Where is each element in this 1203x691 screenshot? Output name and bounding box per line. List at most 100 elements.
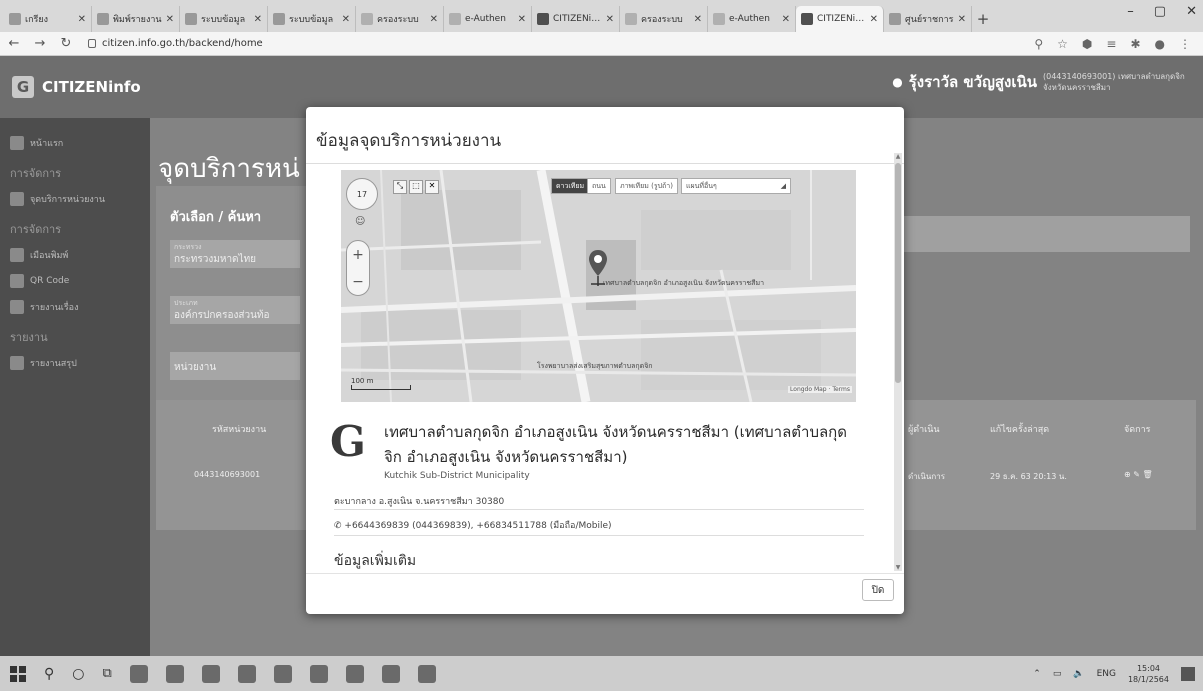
line-icon[interactable]: [417, 664, 436, 683]
kebab-menu-icon[interactable]: ⋮: [1179, 37, 1191, 51]
close-icon[interactable]: ✕: [694, 14, 702, 25]
map-pan-control[interactable]: 17: [346, 178, 378, 210]
close-icon[interactable]: ✕: [606, 14, 614, 25]
clock[interactable]: 15:04 18/1/2564: [1128, 663, 1169, 685]
browser-tab[interactable]: CITIZENinfo ✕: [532, 6, 620, 32]
sidebar-item-label: รายงานเรื่อง: [30, 303, 79, 313]
browser-tab[interactable]: เกรียง ✕: [4, 6, 92, 32]
zoom-in-button[interactable]: +: [347, 241, 369, 269]
app-icon[interactable]: [273, 664, 292, 683]
close-window-icon[interactable]: ✕: [1186, 4, 1197, 19]
location-icon[interactable]: ⚲: [1034, 37, 1043, 51]
browser-tab[interactable]: ระบบข้อมูล ✕: [180, 6, 268, 32]
more-info-heading: ข้อมูลเพิ่มเติม: [334, 553, 417, 569]
file-explorer-icon[interactable]: [165, 664, 184, 683]
close-icon[interactable]: ✕: [518, 14, 526, 25]
scroll-down-icon[interactable]: ▼: [894, 564, 902, 571]
forward-icon[interactable]: →: [32, 36, 48, 51]
browser-tab[interactable]: ระบบข้อมูล ✕: [268, 6, 356, 32]
map-type-road[interactable]: ถนน: [587, 178, 611, 194]
select-icon[interactable]: ⬚: [409, 180, 423, 194]
zoom-out-button[interactable]: −: [347, 269, 369, 295]
map-type-hybrid[interactable]: ภาพเทียม (รูปถ้า): [615, 178, 678, 194]
app-icon[interactable]: [345, 664, 364, 683]
volume-icon[interactable]: 🔈: [1073, 669, 1084, 679]
sidebar-item-summary[interactable]: รายงานสรุป: [0, 350, 150, 376]
page-favicon-icon: [889, 13, 901, 25]
app-name: CITIZENinfo: [42, 78, 141, 96]
maximize-icon[interactable]: ▢: [1154, 4, 1166, 19]
map-view[interactable]: 17 ⤡ ⬚ ✕ ☺ + − ดาวเทียม ถนน ภาพเทียม (รู…: [341, 170, 856, 402]
star-icon[interactable]: ☆: [1057, 37, 1068, 51]
minimize-icon[interactable]: –: [1127, 4, 1134, 19]
network-icon[interactable]: ▭: [1053, 669, 1062, 679]
scale-bar: [351, 385, 411, 390]
field-value: องค์กรปกครองส่วนท้อ: [174, 310, 270, 321]
clear-icon[interactable]: ✕: [425, 180, 439, 194]
extension-icon[interactable]: ⬢: [1082, 37, 1092, 51]
new-tab-button[interactable]: +: [972, 6, 994, 32]
close-icon[interactable]: ✕: [430, 14, 438, 25]
close-icon[interactable]: ✕: [78, 14, 86, 25]
cortana-icon[interactable]: ○: [72, 666, 84, 682]
scroll-up-icon[interactable]: ▲: [894, 153, 902, 160]
app-icon[interactable]: [381, 664, 400, 683]
map-type-more-select[interactable]: แผนที่อื่นๆ ◢: [681, 178, 791, 194]
browser-tab-active[interactable]: CITIZENinfo ✕: [796, 6, 884, 32]
user-area[interactable]: ● รุ้งราวัล ขวัญสูงเนิน (0443140693001) …: [892, 70, 1193, 94]
search-field[interactable]: [900, 216, 1190, 252]
sidebar-item-print[interactable]: เมือนพิมพ์: [0, 242, 150, 268]
map-type-satellite[interactable]: ดาวเทียม: [551, 178, 590, 194]
browser-tab[interactable]: e-Authen ✕: [444, 6, 532, 32]
sidebar-item-qr[interactable]: QR Code: [0, 268, 150, 294]
close-icon[interactable]: ✕: [782, 14, 790, 25]
address-bar[interactable]: citizen.info.go.th/backend/home: [84, 35, 1024, 53]
close-icon[interactable]: ✕: [166, 14, 174, 25]
close-icon[interactable]: ✕: [254, 14, 262, 25]
search-icon[interactable]: ⚲: [44, 666, 54, 682]
chevron-up-icon[interactable]: ⌃: [1033, 669, 1041, 679]
close-button[interactable]: ปิด: [862, 579, 894, 601]
scrollbar-thumb[interactable]: [895, 163, 901, 383]
close-icon[interactable]: ✕: [342, 14, 350, 25]
reload-icon[interactable]: ↻: [58, 36, 74, 51]
user-meta: (0443140693001) เทศบาลตำบลกุดจิก จังหวัด…: [1043, 72, 1185, 92]
edge-icon[interactable]: [129, 664, 148, 683]
mail-icon[interactable]: [237, 664, 256, 683]
citizeninfo-favicon-icon: [537, 13, 549, 25]
map-credit[interactable]: Longdo Map · Terms: [788, 386, 852, 393]
task-view-icon[interactable]: ⧉: [102, 666, 111, 681]
tab-label: CITIZENinfo: [553, 14, 602, 24]
back-icon[interactable]: ←: [6, 36, 22, 51]
browser-tab[interactable]: ศูนย์ราชการ ✕: [884, 6, 972, 32]
browser-tab[interactable]: พิมพ์รายงาน ✕: [92, 6, 180, 32]
language-indicator[interactable]: ENG: [1097, 669, 1116, 679]
chrome-icon[interactable]: [309, 664, 328, 683]
close-icon[interactable]: ✕: [958, 14, 966, 25]
app-logo-icon: G: [12, 76, 34, 98]
sidebar-item-report-topic[interactable]: รายงานเรื่อง: [0, 294, 150, 320]
puzzle-icon[interactable]: ✱: [1130, 37, 1140, 51]
sidebar-item-service-points[interactable]: จุดบริการหน่วยงาน: [0, 186, 150, 212]
modal-scrollbar[interactable]: ▲ ▼: [894, 153, 902, 571]
ministry-select[interactable]: กระทรวง กระทรวงมหาดไทย: [170, 240, 300, 268]
store-icon[interactable]: [201, 664, 220, 683]
url-text: citizen.info.go.th/backend/home: [102, 38, 263, 49]
notification-icon[interactable]: [1181, 666, 1195, 681]
browser-tab[interactable]: ครองระบบ ✕: [620, 6, 708, 32]
row-actions-icon[interactable]: ⊕ ✎ 🗑: [1124, 470, 1153, 479]
measure-icon[interactable]: ⤡: [393, 180, 407, 194]
tab-label: ครองระบบ: [377, 15, 419, 25]
windows-start-icon[interactable]: [10, 665, 26, 682]
agency-field[interactable]: หน่วยงาน: [170, 352, 300, 380]
menu-lines-icon[interactable]: ≡: [1106, 37, 1116, 51]
profile-icon[interactable]: ●: [1155, 37, 1165, 51]
document-icon: [10, 300, 24, 314]
street-view-icon[interactable]: ☺: [355, 216, 367, 230]
modal-title: ข้อมูลจุดบริการหน่วยงาน: [316, 131, 502, 151]
sidebar-item-home[interactable]: หน้าแรก: [0, 130, 150, 156]
browser-tab[interactable]: ครองระบบ ✕: [356, 6, 444, 32]
org-type-select[interactable]: ประเภท องค์กรปกครองส่วนท้อ: [170, 296, 300, 324]
browser-tab[interactable]: e-Authen ✕: [708, 6, 796, 32]
close-icon[interactable]: ✕: [870, 14, 878, 25]
